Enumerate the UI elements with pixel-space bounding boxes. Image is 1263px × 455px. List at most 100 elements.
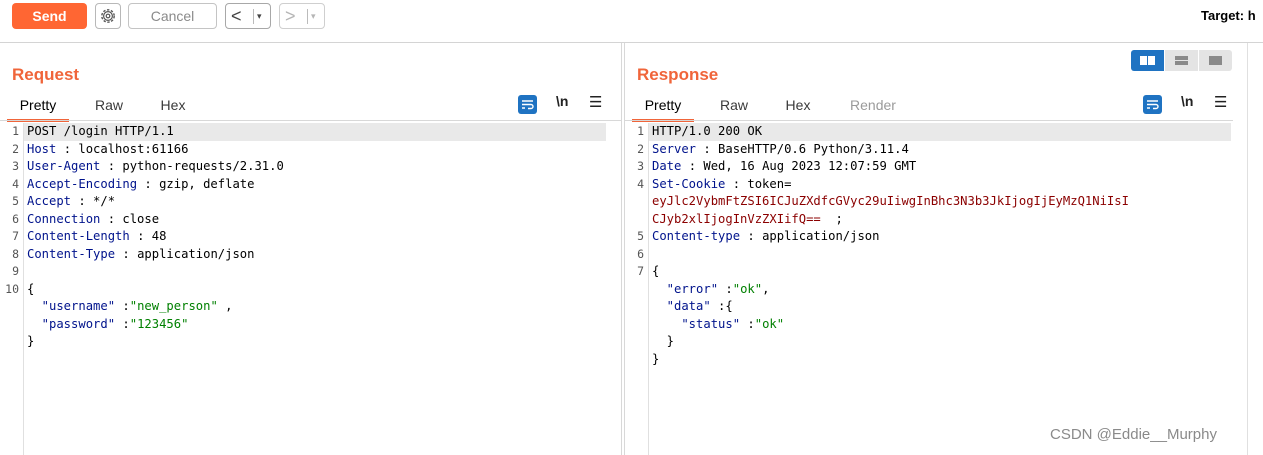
chevron-down-icon[interactable]: ▾ [257,4,262,29]
header-value: : application/json [115,246,255,261]
chevron-down-icon[interactable]: ▾ [311,4,316,29]
layout-side-by-side-button[interactable] [1131,50,1164,71]
newline-toggle-icon[interactable]: \n [556,93,568,109]
code-line: Host : localhost:61166 [27,141,188,159]
forward-arrow-icon: > [285,6,296,26]
menu-icon[interactable]: ☰ [589,93,602,111]
code-line: } [652,333,674,351]
wrap-lines-icon[interactable] [518,95,537,114]
header-key: Set-Cookie [652,176,726,191]
json-brace: } [27,334,35,348]
code-line: "username" :"new_person" , [27,298,233,316]
layout-stacked-button[interactable] [1165,50,1198,71]
line-number: 7 [637,264,644,278]
header-key: Accept [27,194,72,208]
json-colon: :{ [710,299,733,313]
json-comma: , [217,299,233,313]
cancel-button[interactable]: Cancel [128,3,217,29]
json-colon: : [718,281,733,296]
tab-hex[interactable]: Hex [148,91,198,119]
json-colon: : [115,299,130,313]
line-number: 5 [637,229,644,243]
code-line: HTTP/1.0 200 OK [652,123,762,141]
tab-hex[interactable]: Hex [773,91,823,119]
code-line: } [652,351,659,369]
header-key: Date [652,159,682,173]
code-line: "error" :"ok", [652,281,770,299]
json-key: "status" [652,316,741,331]
code-line: CJyb2xlIjogInVzZXIifQ== ; [652,211,843,229]
cookie-value: CJyb2xlIjogInVzZXIifQ== [652,211,821,226]
code-line: Server : BaseHTTP/0.6 Python/3.11.4 [652,141,909,159]
wrap-lines-icon[interactable] [1143,95,1162,114]
tab-pretty[interactable]: Pretty [7,91,69,122]
code-line: Accept : */* [27,193,115,211]
code-line: "data" :{ [652,298,733,316]
header-key: User-Agent [27,159,101,173]
json-colon: : [115,316,130,331]
inspector-collapsed-panel[interactable] [1247,43,1263,455]
separator [307,9,308,24]
line-number: 10 [5,281,19,296]
line-number: 9 [12,264,19,278]
code-line: Connection : close [27,211,159,229]
header-value: : localhost:61166 [56,141,189,156]
code-line: } [27,333,34,351]
header-key: Content-Length [27,229,130,243]
layout-tabs-button[interactable] [1199,50,1232,71]
cookie-terminator: ; [820,211,843,226]
code-line: Content-type : application/json [652,228,879,246]
line-number: 4 [637,176,644,191]
header-value: : token= [725,176,792,191]
header-value: : gzip, deflate [137,176,255,191]
header-key: Content-type [652,229,741,243]
tab-raw[interactable]: Raw [82,91,136,119]
line-number: 3 [637,159,644,173]
cookie-value: eyJlc2VybmFtZSI6ICJuZXdfcGVyc29uIiwgInBh… [652,194,1129,208]
header-key: Accept-Encoding [27,176,138,191]
line-number: 7 [12,229,19,243]
header-key: Connection [27,211,101,226]
send-button[interactable]: Send [12,3,87,29]
line-number: 2 [12,141,19,156]
menu-icon[interactable]: ☰ [1214,93,1227,111]
json-brace: } [652,351,660,366]
code-line: { [652,263,659,281]
back-button[interactable]: < ▾ [225,3,271,29]
code-line: "status" :"ok" [652,316,784,334]
json-key: "data" [652,299,711,313]
json-string: "new_person" [129,299,218,313]
layout-toggle [1131,50,1232,71]
line-number: 5 [12,194,19,208]
target-label[interactable]: Target: h [1201,8,1256,23]
request-title: Request [12,65,80,84]
json-brace: { [652,264,660,278]
separator [253,9,254,24]
json-string: "123456" [129,316,189,331]
response-pane: Response Pretty Raw Hex Render \n ☰ 1 2 … [625,43,1248,455]
header-key: Host [27,141,57,156]
tab-render[interactable]: Render [837,91,909,119]
tab-raw[interactable]: Raw [707,91,761,119]
code-line: Date : Wed, 16 Aug 2023 12:07:59 GMT [652,158,916,176]
forward-button[interactable]: > ▾ [279,3,325,29]
code-line: Set-Cookie : token= [652,176,791,194]
settings-button[interactable] [95,3,121,29]
code-line: Content-Length : 48 [27,228,166,246]
header-value: : application/json [740,229,880,243]
header-key: Server [652,141,697,156]
tab-divider [0,120,621,121]
tab-pretty[interactable]: Pretty [632,91,694,122]
line-number: 2 [637,141,644,156]
json-string: "ok" [732,281,763,296]
newline-toggle-icon[interactable]: \n [1181,93,1193,109]
code-line: { [27,281,34,299]
json-brace: } [652,334,675,348]
toolbar: Send Cancel < ▾ > ▾ Target: h [0,0,1263,43]
code-line: User-Agent : python-requests/2.31.0 [27,158,284,176]
json-key: "password" [27,316,116,331]
columns-icon [1140,56,1155,65]
code-line: Accept-Encoding : gzip, deflate [27,176,254,194]
header-value: : Wed, 16 Aug 2023 12:07:59 GMT [681,159,917,173]
back-arrow-icon: < [231,6,242,26]
